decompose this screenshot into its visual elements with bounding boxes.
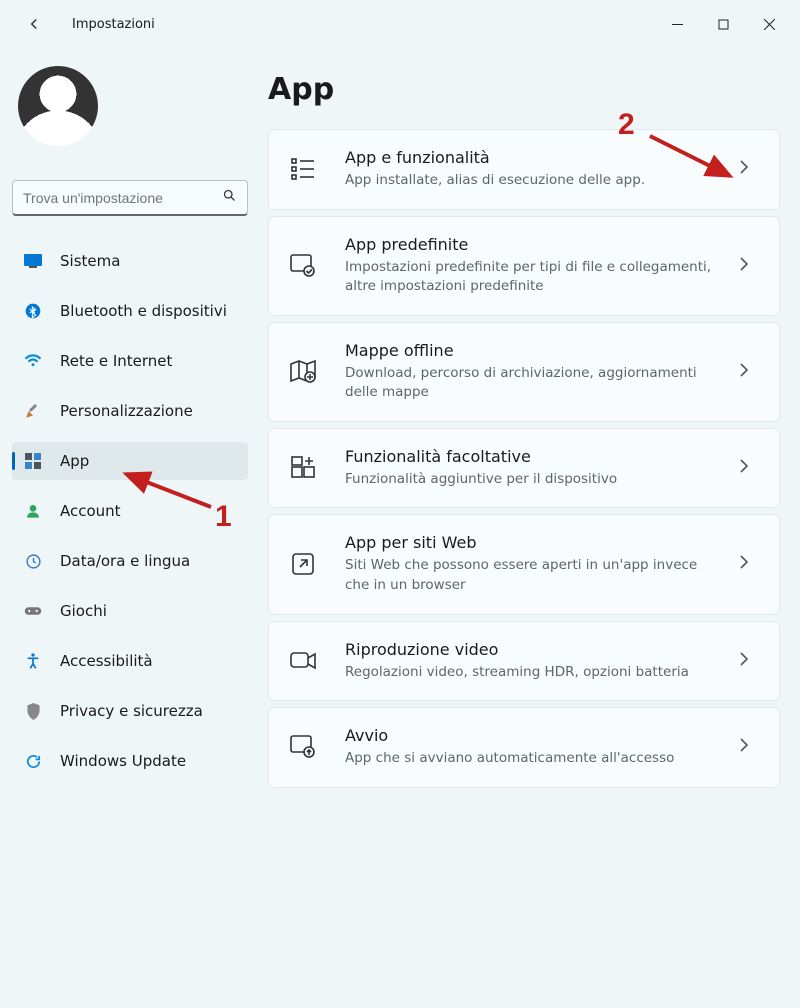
sidebar-item-label: Privacy e sicurezza xyxy=(60,702,203,720)
bluetooth-icon xyxy=(24,302,42,320)
card-title: Funzionalità facoltative xyxy=(345,447,725,466)
wifi-icon xyxy=(24,352,42,370)
sidebar-item-label: Giochi xyxy=(60,602,107,620)
card-app-predefinite[interactable]: App predefinite Impostazioni predefinite… xyxy=(268,216,780,316)
sidebar-item-label: Accessibilità xyxy=(60,652,153,670)
search-icon xyxy=(222,188,237,207)
sidebar-item-update[interactable]: Windows Update xyxy=(12,742,248,780)
card-title: App e funzionalità xyxy=(345,148,725,167)
sidebar-item-app[interactable]: App xyxy=(12,442,248,480)
card-mappe-offline[interactable]: Mappe offline Download, percorso di arch… xyxy=(268,322,780,422)
sidebar-item-label: Rete e Internet xyxy=(60,352,172,370)
card-title: Riproduzione video xyxy=(345,640,725,659)
card-avvio[interactable]: Avvio App che si avviano automaticamente… xyxy=(268,707,780,788)
card-app-funzionalita[interactable]: App e funzionalità App installate, alias… xyxy=(268,129,780,210)
sidebar-item-label: Personalizzazione xyxy=(60,402,193,420)
sidebar-item-label: Bluetooth e dispositivi xyxy=(60,302,227,320)
chevron-right-icon xyxy=(739,159,759,179)
card-title: App per siti Web xyxy=(345,533,725,552)
card-subtitle: Funzionalità aggiuntive per il dispositi… xyxy=(345,470,725,490)
sidebar-item-privacy[interactable]: Privacy e sicurezza xyxy=(12,692,248,730)
sidebar-item-personalizzazione[interactable]: Personalizzazione xyxy=(12,392,248,430)
person-icon xyxy=(24,502,42,520)
sidebar-item-label: Account xyxy=(60,502,121,520)
sidebar-item-bluetooth[interactable]: Bluetooth e dispositivi xyxy=(12,292,248,330)
startup-icon xyxy=(289,733,317,761)
chevron-right-icon xyxy=(739,362,759,382)
card-subtitle: Regolazioni video, streaming HDR, opzion… xyxy=(345,663,725,683)
sidebar-item-giochi[interactable]: Giochi xyxy=(12,592,248,630)
sidebar-item-rete[interactable]: Rete e Internet xyxy=(12,342,248,380)
clock-globe-icon xyxy=(24,552,42,570)
card-title: App predefinite xyxy=(345,235,725,254)
search-input[interactable] xyxy=(23,190,222,206)
paintbrush-icon xyxy=(24,402,42,420)
apps-icon xyxy=(24,452,42,470)
window-controls xyxy=(654,8,792,40)
main-content: App App e funzionalità App installate, a… xyxy=(268,56,800,794)
sidebar-item-label: Data/ora e lingua xyxy=(60,552,190,570)
card-app-siti-web[interactable]: App per siti Web Siti Web che possono es… xyxy=(268,514,780,614)
open-external-icon xyxy=(289,550,317,578)
chevron-right-icon xyxy=(739,651,759,671)
chevron-right-icon xyxy=(739,737,759,757)
update-icon xyxy=(24,752,42,770)
search-input-wrapper[interactable] xyxy=(12,180,248,216)
chevron-right-icon xyxy=(739,554,759,574)
card-subtitle: Siti Web che possono essere aperti in un… xyxy=(345,556,725,595)
annotation-number-2: 2 xyxy=(618,108,635,142)
sidebar-item-accessibilita[interactable]: Accessibilità xyxy=(12,642,248,680)
chevron-right-icon xyxy=(739,256,759,276)
sidebar-item-label: Sistema xyxy=(60,252,120,270)
annotation-number-1: 1 xyxy=(215,500,232,534)
sidebar: Sistema Bluetooth e dispositivi Rete e I… xyxy=(0,48,260,792)
window-title: Impostazioni xyxy=(72,17,155,32)
gamepad-icon xyxy=(24,602,42,620)
page-title: App xyxy=(268,72,780,107)
card-title: Mappe offline xyxy=(345,341,725,360)
sidebar-item-sistema[interactable]: Sistema xyxy=(12,242,248,280)
close-button[interactable] xyxy=(746,8,792,40)
maximize-button[interactable] xyxy=(700,8,746,40)
card-title: Avvio xyxy=(345,726,725,745)
optional-features-icon xyxy=(289,454,317,482)
sidebar-item-label: App xyxy=(60,452,89,470)
card-subtitle: App che si avviano automaticamente all'a… xyxy=(345,749,725,769)
card-riproduzione-video[interactable]: Riproduzione video Regolazioni video, st… xyxy=(268,621,780,702)
back-button[interactable] xyxy=(16,6,52,42)
card-funzionalita-facoltative[interactable]: Funzionalità facoltative Funzionalità ag… xyxy=(268,428,780,509)
sidebar-nav: Sistema Bluetooth e dispositivi Rete e I… xyxy=(12,242,248,780)
card-subtitle: App installate, alias di esecuzione dell… xyxy=(345,171,725,191)
accessibility-icon xyxy=(24,652,42,670)
sidebar-item-account[interactable]: Account xyxy=(12,492,248,530)
sidebar-item-label: Windows Update xyxy=(60,752,186,770)
sidebar-item-dataora[interactable]: Data/ora e lingua xyxy=(12,542,248,580)
video-icon xyxy=(289,647,317,675)
titlebar: Impostazioni xyxy=(0,0,800,48)
monitor-icon xyxy=(24,252,42,270)
card-subtitle: Impostazioni predefinite per tipi di fil… xyxy=(345,258,725,297)
avatar[interactable] xyxy=(18,66,98,146)
minimize-button[interactable] xyxy=(654,8,700,40)
map-icon xyxy=(289,358,317,386)
default-apps-icon xyxy=(289,252,317,280)
card-subtitle: Download, percorso di archiviazione, agg… xyxy=(345,364,725,403)
list-icon xyxy=(289,155,317,183)
chevron-right-icon xyxy=(739,458,759,478)
shield-icon xyxy=(24,702,42,720)
